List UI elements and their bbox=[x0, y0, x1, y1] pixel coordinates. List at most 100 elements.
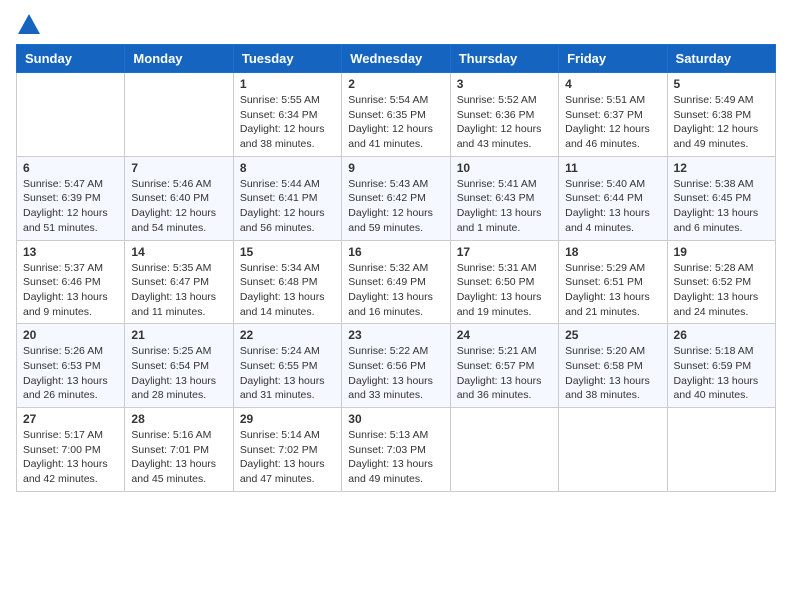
day-number: 3 bbox=[457, 77, 552, 91]
day-number: 12 bbox=[674, 161, 769, 175]
calendar-cell: 4 Sunrise: 5:51 AMSunset: 6:37 PMDaylight… bbox=[559, 73, 667, 157]
day-number: 11 bbox=[565, 161, 660, 175]
calendar-week-1: 1 Sunrise: 5:55 AMSunset: 6:34 PMDaylight… bbox=[17, 73, 776, 157]
day-number: 1 bbox=[240, 77, 335, 91]
calendar-cell: 16 Sunrise: 5:32 AMSunset: 6:49 PMDayligh… bbox=[342, 240, 450, 324]
day-number: 30 bbox=[348, 412, 443, 426]
calendar-cell: 30 Sunrise: 5:13 AMSunset: 7:03 PMDayligh… bbox=[342, 408, 450, 492]
day-number: 17 bbox=[457, 245, 552, 259]
calendar-cell bbox=[17, 73, 125, 157]
calendar-cell: 24Sunrise: 5:21 AMSunset: 6:57 PMDayligh… bbox=[450, 324, 558, 408]
day-info: Sunrise: 5:41 AMSunset: 6:43 PMDaylight:… bbox=[457, 177, 552, 236]
calendar-cell: 12 Sunrise: 5:38 AMSunset: 6:45 PMDayligh… bbox=[667, 156, 775, 240]
day-info: Sunrise: 5:25 AMSunset: 6:54 PMDaylight:… bbox=[131, 344, 226, 403]
day-number: 14 bbox=[131, 245, 226, 259]
day-info: Sunrise: 5:37 AMSunset: 6:46 PMDaylight:… bbox=[23, 261, 118, 320]
calendar-cell: 21 Sunrise: 5:25 AMSunset: 6:54 PMDayligh… bbox=[125, 324, 233, 408]
day-number: 7 bbox=[131, 161, 226, 175]
day-info: Sunrise: 5:14 AMSunset: 7:02 PMDaylight:… bbox=[240, 428, 335, 487]
day-info: Sunrise: 5:16 AMSunset: 7:01 PMDaylight:… bbox=[131, 428, 226, 487]
day-number: 6 bbox=[23, 161, 118, 175]
day-number: 2 bbox=[348, 77, 443, 91]
calendar-cell: 10 Sunrise: 5:41 AMSunset: 6:43 PMDayligh… bbox=[450, 156, 558, 240]
day-info: Sunrise: 5:35 AMSunset: 6:47 PMDaylight:… bbox=[131, 261, 226, 320]
weekday-header-sunday: Sunday bbox=[17, 45, 125, 73]
calendar-week-3: 13 Sunrise: 5:37 AMSunset: 6:46 PMDayligh… bbox=[17, 240, 776, 324]
calendar-cell: 23Sunrise: 5:22 AMSunset: 6:56 PMDayligh… bbox=[342, 324, 450, 408]
weekday-header-monday: Monday bbox=[125, 45, 233, 73]
weekday-header-thursday: Thursday bbox=[450, 45, 558, 73]
calendar-cell bbox=[559, 408, 667, 492]
calendar-cell: 26 Sunrise: 5:18 AMSunset: 6:59 PMDayligh… bbox=[667, 324, 775, 408]
weekday-header-saturday: Saturday bbox=[667, 45, 775, 73]
logo-icon bbox=[18, 14, 40, 34]
day-info: Sunrise: 5:34 AMSunset: 6:48 PMDaylight:… bbox=[240, 261, 335, 320]
calendar-cell: 17Sunrise: 5:31 AMSunset: 6:50 PMDayligh… bbox=[450, 240, 558, 324]
day-number: 10 bbox=[457, 161, 552, 175]
day-number: 22 bbox=[240, 328, 335, 342]
day-info: Sunrise: 5:29 AMSunset: 6:51 PMDaylight:… bbox=[565, 261, 660, 320]
calendar-cell: 29 Sunrise: 5:14 AMSunset: 7:02 PMDayligh… bbox=[233, 408, 341, 492]
calendar-table: SundayMondayTuesdayWednesdayThursdayFrid… bbox=[16, 44, 776, 492]
day-number: 9 bbox=[348, 161, 443, 175]
day-info: Sunrise: 5:21 AMSunset: 6:57 PMDaylight:… bbox=[457, 344, 552, 403]
day-info: Sunrise: 5:32 AMSunset: 6:49 PMDaylight:… bbox=[348, 261, 443, 320]
day-info: Sunrise: 5:40 AMSunset: 6:44 PMDaylight:… bbox=[565, 177, 660, 236]
calendar-cell: 11 Sunrise: 5:40 AMSunset: 6:44 PMDayligh… bbox=[559, 156, 667, 240]
day-number: 19 bbox=[674, 245, 769, 259]
day-number: 16 bbox=[348, 245, 443, 259]
calendar-cell: 2 Sunrise: 5:54 AMSunset: 6:35 PMDaylight… bbox=[342, 73, 450, 157]
calendar-cell: 5 Sunrise: 5:49 AMSunset: 6:38 PMDaylight… bbox=[667, 73, 775, 157]
day-info: Sunrise: 5:51 AMSunset: 6:37 PMDaylight:… bbox=[565, 93, 660, 152]
weekday-header-tuesday: Tuesday bbox=[233, 45, 341, 73]
day-number: 18 bbox=[565, 245, 660, 259]
day-number: 5 bbox=[674, 77, 769, 91]
day-number: 20 bbox=[23, 328, 118, 342]
calendar-cell: 25 Sunrise: 5:20 AMSunset: 6:58 PMDayligh… bbox=[559, 324, 667, 408]
day-number: 13 bbox=[23, 245, 118, 259]
calendar-cell: 6 Sunrise: 5:47 AMSunset: 6:39 PMDaylight… bbox=[17, 156, 125, 240]
calendar-cell: 7 Sunrise: 5:46 AMSunset: 6:40 PMDaylight… bbox=[125, 156, 233, 240]
day-info: Sunrise: 5:52 AMSunset: 6:36 PMDaylight:… bbox=[457, 93, 552, 152]
day-info: Sunrise: 5:28 AMSunset: 6:52 PMDaylight:… bbox=[674, 261, 769, 320]
calendar-cell: 18 Sunrise: 5:29 AMSunset: 6:51 PMDayligh… bbox=[559, 240, 667, 324]
calendar-cell: 3 Sunrise: 5:52 AMSunset: 6:36 PMDaylight… bbox=[450, 73, 558, 157]
day-info: Sunrise: 5:38 AMSunset: 6:45 PMDaylight:… bbox=[674, 177, 769, 236]
day-info: Sunrise: 5:13 AMSunset: 7:03 PMDaylight:… bbox=[348, 428, 443, 487]
calendar-cell bbox=[125, 73, 233, 157]
weekday-header-wednesday: Wednesday bbox=[342, 45, 450, 73]
day-number: 29 bbox=[240, 412, 335, 426]
page-header bbox=[16, 16, 776, 34]
day-number: 27 bbox=[23, 412, 118, 426]
day-number: 26 bbox=[674, 328, 769, 342]
calendar-cell: 8 Sunrise: 5:44 AMSunset: 6:41 PMDaylight… bbox=[233, 156, 341, 240]
day-info: Sunrise: 5:44 AMSunset: 6:41 PMDaylight:… bbox=[240, 177, 335, 236]
calendar-cell bbox=[450, 408, 558, 492]
day-info: Sunrise: 5:49 AMSunset: 6:38 PMDaylight:… bbox=[674, 93, 769, 152]
calendar-cell: 27Sunrise: 5:17 AMSunset: 7:00 PMDayligh… bbox=[17, 408, 125, 492]
calendar-cell bbox=[667, 408, 775, 492]
day-info: Sunrise: 5:26 AMSunset: 6:53 PMDaylight:… bbox=[23, 344, 118, 403]
day-number: 8 bbox=[240, 161, 335, 175]
day-info: Sunrise: 5:43 AMSunset: 6:42 PMDaylight:… bbox=[348, 177, 443, 236]
weekday-header-friday: Friday bbox=[559, 45, 667, 73]
day-number: 25 bbox=[565, 328, 660, 342]
day-info: Sunrise: 5:46 AMSunset: 6:40 PMDaylight:… bbox=[131, 177, 226, 236]
calendar-cell: 19 Sunrise: 5:28 AMSunset: 6:52 PMDayligh… bbox=[667, 240, 775, 324]
day-info: Sunrise: 5:55 AMSunset: 6:34 PMDaylight:… bbox=[240, 93, 335, 152]
day-info: Sunrise: 5:20 AMSunset: 6:58 PMDaylight:… bbox=[565, 344, 660, 403]
day-number: 28 bbox=[131, 412, 226, 426]
weekday-header-row: SundayMondayTuesdayWednesdayThursdayFrid… bbox=[17, 45, 776, 73]
day-info: Sunrise: 5:24 AMSunset: 6:55 PMDaylight:… bbox=[240, 344, 335, 403]
calendar-week-2: 6 Sunrise: 5:47 AMSunset: 6:39 PMDaylight… bbox=[17, 156, 776, 240]
calendar-cell: 22 Sunrise: 5:24 AMSunset: 6:55 PMDayligh… bbox=[233, 324, 341, 408]
calendar-cell: 15Sunrise: 5:34 AMSunset: 6:48 PMDayligh… bbox=[233, 240, 341, 324]
day-number: 4 bbox=[565, 77, 660, 91]
calendar-cell: 14 Sunrise: 5:35 AMSunset: 6:47 PMDayligh… bbox=[125, 240, 233, 324]
day-info: Sunrise: 5:47 AMSunset: 6:39 PMDaylight:… bbox=[23, 177, 118, 236]
day-info: Sunrise: 5:22 AMSunset: 6:56 PMDaylight:… bbox=[348, 344, 443, 403]
calendar-week-5: 27Sunrise: 5:17 AMSunset: 7:00 PMDayligh… bbox=[17, 408, 776, 492]
day-number: 21 bbox=[131, 328, 226, 342]
day-info: Sunrise: 5:54 AMSunset: 6:35 PMDaylight:… bbox=[348, 93, 443, 152]
day-info: Sunrise: 5:18 AMSunset: 6:59 PMDaylight:… bbox=[674, 344, 769, 403]
